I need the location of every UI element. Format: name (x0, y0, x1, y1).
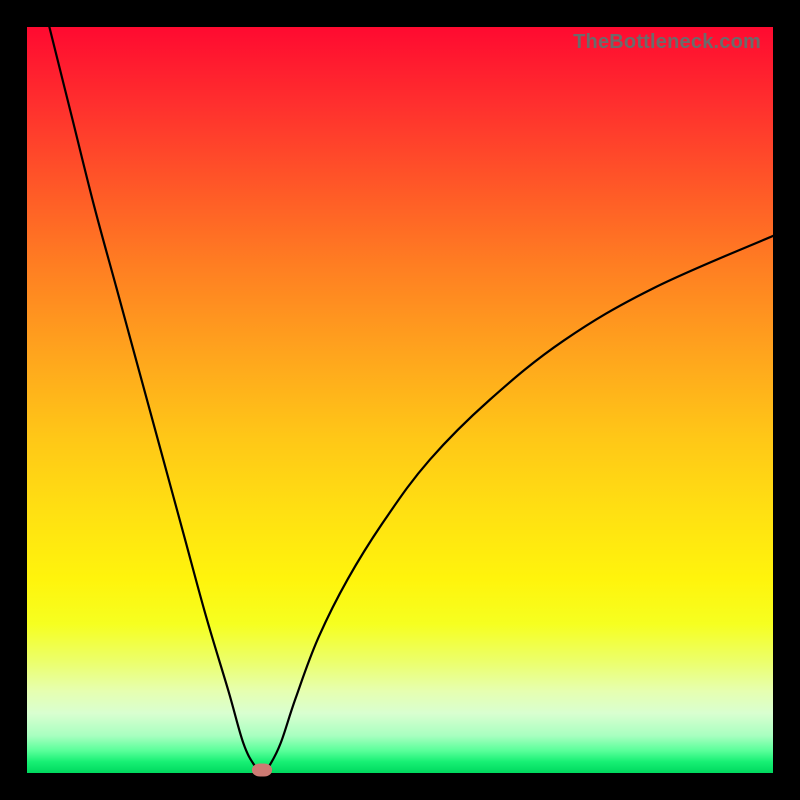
attribution-label: TheBottleneck.com (573, 31, 761, 54)
optimal-marker (252, 764, 272, 777)
chart-frame: TheBottleneck.com (0, 0, 800, 800)
plot-area: TheBottleneck.com (27, 27, 773, 773)
bottleneck-curve (27, 27, 773, 773)
